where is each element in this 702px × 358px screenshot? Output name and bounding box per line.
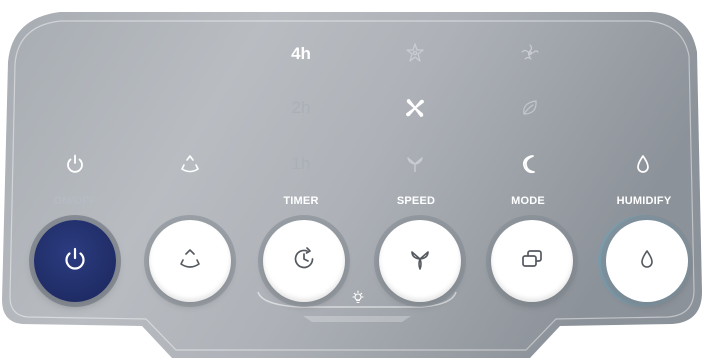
mode-button[interactable] — [491, 220, 573, 302]
timer-button[interactable] — [263, 220, 345, 302]
speed-button[interactable] — [379, 220, 461, 302]
timer-level-1h: 1h — [291, 154, 311, 173]
mode-windows-icon — [517, 244, 547, 278]
low-speed-icon — [403, 152, 427, 176]
light-sensor-slot — [303, 316, 411, 322]
panel-surface — [2, 12, 702, 358]
timer-label: TIMER — [283, 195, 319, 207]
speed-label: SPEED — [396, 195, 436, 207]
on-off-label: ON/OFF — [53, 195, 97, 207]
sleep-moon-icon — [518, 152, 542, 176]
timer-level-2h: 2h — [291, 98, 311, 117]
oscillate-indicator-icon — [178, 152, 202, 176]
timer-level-4h: 4h — [291, 44, 311, 63]
humidify-indicator-icon — [631, 152, 655, 176]
fan-speed-icon — [405, 244, 435, 278]
timer-icon — [289, 244, 319, 278]
humidify-button[interactable] — [606, 220, 688, 302]
on-off-button[interactable] — [34, 220, 116, 302]
osc-button[interactable] — [149, 220, 231, 302]
high-speed-icon — [403, 41, 427, 65]
power-indicator-icon — [63, 152, 87, 176]
medium-speed-icon — [403, 96, 427, 120]
humidify-label: HUMIDIFY — [616, 195, 672, 207]
mode-label: MODE — [511, 195, 545, 207]
natural-wind-icon — [518, 41, 542, 65]
power-icon — [60, 244, 90, 278]
eco-leaf-icon — [518, 96, 542, 120]
oscillate-icon — [175, 244, 205, 278]
water-drop-icon — [632, 244, 662, 278]
osc-label: OSC — [177, 195, 203, 207]
light-bulb-icon — [350, 289, 366, 305]
